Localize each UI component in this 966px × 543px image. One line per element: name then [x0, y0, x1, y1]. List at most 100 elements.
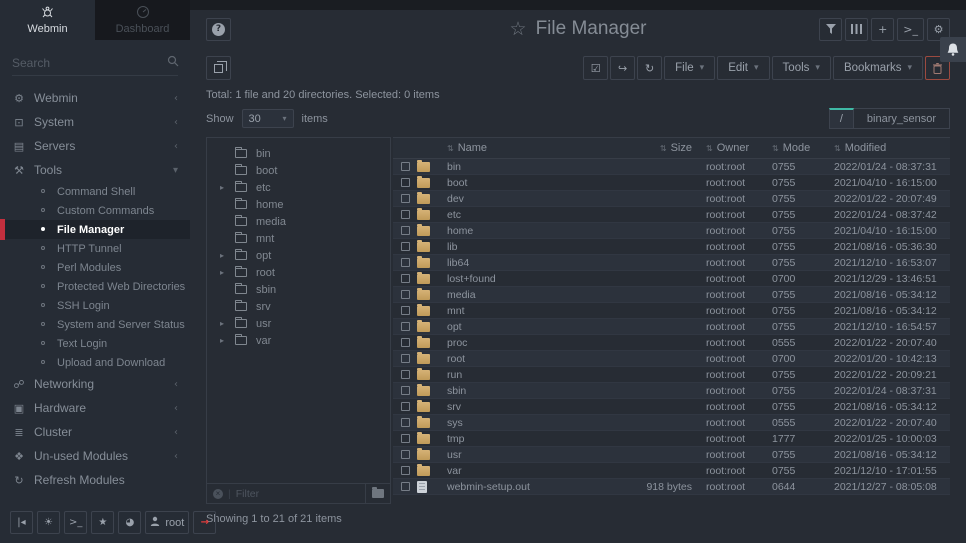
row-checkbox[interactable] [401, 162, 410, 171]
tree-item-srv[interactable]: srv [207, 298, 390, 315]
row-checkbox[interactable] [401, 354, 410, 363]
tree-item-bin[interactable]: bin [207, 145, 390, 162]
terminal-button[interactable]: >_ [64, 511, 87, 534]
file-menu-button[interactable]: File▾ [664, 56, 715, 80]
sidebar-item-command-shell[interactable]: Command Shell [0, 182, 190, 201]
column-header-modified[interactable]: ⇅Modified [820, 142, 950, 154]
sidebar-item-un-used-modules[interactable]: ❖Un-used Modules‹ [0, 444, 190, 468]
table-row-lib[interactable]: libroot:root07552021/08/16 - 05:36:30 [393, 239, 950, 255]
sidebar-item-file-manager[interactable]: File Manager [0, 220, 190, 239]
table-row-tmp[interactable]: tmproot:root17772022/01/25 - 10:00:03 [393, 431, 950, 447]
row-checkbox[interactable] [401, 322, 410, 331]
filter-button[interactable] [819, 18, 842, 41]
table-row-sbin[interactable]: sbinroot:root07552022/01/24 - 08:37:31 [393, 383, 950, 399]
table-row-dev[interactable]: devroot:root07552022/01/22 - 20:07:49 [393, 191, 950, 207]
table-row-root[interactable]: rootroot:root07002022/01/20 - 10:42:13 [393, 351, 950, 367]
tree-item-etc[interactable]: ▸etc [207, 179, 390, 196]
row-checkbox[interactable] [401, 210, 410, 219]
bookmarks-menu-button[interactable]: Bookmarks▾ [833, 56, 923, 80]
table-row-srv[interactable]: srvroot:root07552021/08/16 - 05:34:12 [393, 399, 950, 415]
table-row-home[interactable]: homeroot:root07552021/04/10 - 16:15:00 [393, 223, 950, 239]
new-window-button[interactable] [206, 56, 231, 80]
tree-item-sbin[interactable]: sbin [207, 281, 390, 298]
row-checkbox[interactable] [401, 306, 410, 315]
sidebar-item-servers[interactable]: ▤Servers‹ [0, 134, 190, 158]
table-row-etc[interactable]: etcroot:root07552022/01/24 - 08:37:42 [393, 207, 950, 223]
row-checkbox[interactable] [401, 386, 410, 395]
path-current-tab[interactable]: binary_sensor [854, 108, 950, 129]
table-row-bin[interactable]: binroot:root07552022/01/24 - 08:37:31 [393, 159, 950, 175]
table-row-mnt[interactable]: mntroot:root07552021/08/16 - 05:34:12 [393, 303, 950, 319]
row-checkbox[interactable] [401, 338, 410, 347]
sidebar-item-system-and-server-status[interactable]: System and Server Status [0, 315, 190, 334]
tree-item-boot[interactable]: boot [207, 162, 390, 179]
filter-input[interactable] [236, 488, 361, 500]
logout-button[interactable]: → [193, 511, 216, 534]
refresh-button[interactable]: ↻ [637, 56, 662, 80]
expand-arrow-icon[interactable]: ▸ [220, 336, 224, 345]
row-checkbox[interactable] [401, 242, 410, 251]
row-checkbox[interactable] [401, 466, 410, 475]
tools-menu-button[interactable]: Tools▾ [772, 56, 831, 80]
path-root-tab[interactable]: / [829, 108, 854, 129]
row-checkbox[interactable] [401, 450, 410, 459]
tree-item-home[interactable]: home [207, 196, 390, 213]
row-checkbox[interactable] [401, 402, 410, 411]
table-row-lib64[interactable]: lib64root:root07552021/12/10 - 16:53:07 [393, 255, 950, 271]
sidebar-item-http-tunnel[interactable]: HTTP Tunnel [0, 239, 190, 258]
expand-arrow-icon[interactable]: ▸ [220, 251, 224, 260]
tab-dashboard[interactable]: Dashboard [95, 0, 190, 40]
tree-item-mnt[interactable]: mnt [207, 230, 390, 247]
tree-item-opt[interactable]: ▸opt [207, 247, 390, 264]
tree-item-var[interactable]: ▸var [207, 332, 390, 349]
palette-button[interactable]: ◕ [118, 511, 141, 534]
table-row-run[interactable]: runroot:root07552022/01/22 - 20:09:21 [393, 367, 950, 383]
column-header-name[interactable]: ⇅Name [447, 142, 630, 154]
table-row-usr[interactable]: usrroot:root07552021/08/16 - 05:34:12 [393, 447, 950, 463]
sidebar-item-protected-web-directories[interactable]: Protected Web Directories [0, 277, 190, 296]
sidebar-item-refresh-modules[interactable]: ↻Refresh Modules [0, 468, 190, 492]
favorite-star-icon[interactable]: ☆ [510, 18, 527, 40]
user-button[interactable]: root [145, 511, 189, 534]
row-checkbox[interactable] [401, 258, 410, 267]
table-row-var[interactable]: varroot:root07552021/12/10 - 17:01:55 [393, 463, 950, 479]
sidebar-item-perl-modules[interactable]: Perl Modules [0, 258, 190, 277]
help-button[interactable]: ? [206, 18, 231, 41]
row-checkbox[interactable] [401, 482, 410, 491]
sidebar-item-upload-and-download[interactable]: Upload and Download [0, 353, 190, 372]
table-row-webmin-setup-out[interactable]: webmin-setup.out918 bytesroot:root064420… [393, 479, 950, 495]
sidebar-item-networking[interactable]: ☍Networking‹ [0, 372, 190, 396]
row-checkbox[interactable] [401, 194, 410, 203]
tree-folder-button[interactable] [365, 484, 384, 503]
columns-button[interactable] [845, 18, 868, 41]
row-checkbox[interactable] [401, 370, 410, 379]
table-row-opt[interactable]: optroot:root07552021/12/10 - 16:54:57 [393, 319, 950, 335]
row-checkbox[interactable] [401, 226, 410, 235]
edit-menu-button[interactable]: Edit▾ [717, 56, 769, 80]
sidebar-item-ssh-login[interactable]: SSH Login [0, 296, 190, 315]
tree-item-media[interactable]: media [207, 213, 390, 230]
expand-arrow-icon[interactable]: ▸ [220, 183, 224, 192]
table-row-media[interactable]: mediaroot:root07552021/08/16 - 05:34:12 [393, 287, 950, 303]
tab-webmin[interactable]: Webmin [0, 0, 95, 40]
select-all-button[interactable]: ☑ [583, 56, 608, 80]
search-input[interactable] [12, 56, 167, 70]
shell-button[interactable]: >_ [897, 18, 924, 41]
sidebar-item-cluster[interactable]: ≣Cluster‹ [0, 420, 190, 444]
sort-icon[interactable]: ⇅ [660, 144, 667, 153]
add-button[interactable]: + [871, 18, 894, 41]
favorites-button[interactable]: ★ [91, 511, 114, 534]
sidebar-item-hardware[interactable]: ▣Hardware‹ [0, 396, 190, 420]
table-row-sys[interactable]: sysroot:root05552022/01/22 - 20:07:40 [393, 415, 950, 431]
row-checkbox[interactable] [401, 434, 410, 443]
sidebar-item-tools[interactable]: ⚒Tools▾ [0, 158, 190, 182]
sort-icon[interactable]: ⇅ [834, 144, 841, 153]
items-per-page-select[interactable]: 30 ▾ [242, 109, 294, 128]
column-header-mode[interactable]: ⇅Mode [764, 142, 820, 154]
clear-filter-icon[interactable]: × [213, 489, 223, 499]
table-row-proc[interactable]: procroot:root05552022/01/22 - 20:07:40 [393, 335, 950, 351]
sidebar-item-webmin[interactable]: ⚙Webmin‹ [0, 86, 190, 110]
expand-arrow-icon[interactable]: ▸ [220, 268, 224, 277]
column-header-size[interactable]: ⇅Size [630, 142, 692, 154]
table-row-lost-found[interactable]: lost+foundroot:root07002021/12/29 - 13:4… [393, 271, 950, 287]
